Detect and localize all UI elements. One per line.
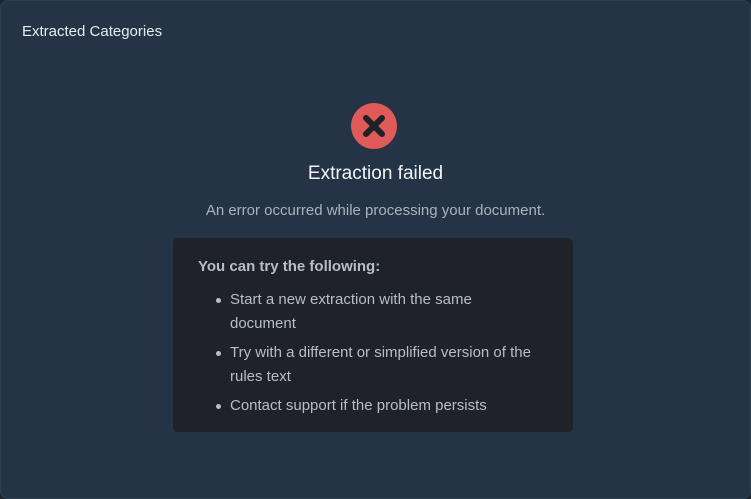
error-message: An error occurred while processing your … xyxy=(205,202,546,219)
suggestion-item: Start a new extraction with the same doc… xyxy=(198,288,538,336)
bullet-icon xyxy=(216,351,221,356)
suggestion-text: Start a new extraction with the same doc… xyxy=(230,291,472,332)
suggestions-heading: You can try the following: xyxy=(198,258,381,275)
suggestions-list: Start a new extraction with the same doc… xyxy=(198,288,538,423)
bullet-icon xyxy=(216,404,221,409)
suggestion-item: Try with a different or simplified versi… xyxy=(198,341,538,389)
bullet-icon xyxy=(216,298,221,303)
suggestion-text: Contact support if the problem persists xyxy=(230,397,487,414)
suggestion-text: Try with a different or simplified versi… xyxy=(230,344,531,385)
panel-title: Extracted Categories xyxy=(22,23,163,40)
error-title: Extraction failed xyxy=(307,163,444,184)
x-circle-icon xyxy=(351,103,397,149)
extracted-categories-panel: Extracted Categories Extraction failed A… xyxy=(0,0,751,499)
suggestion-item: Contact support if the problem persists xyxy=(198,394,538,418)
suggestions-box: You can try the following: Start a new e… xyxy=(173,238,573,432)
